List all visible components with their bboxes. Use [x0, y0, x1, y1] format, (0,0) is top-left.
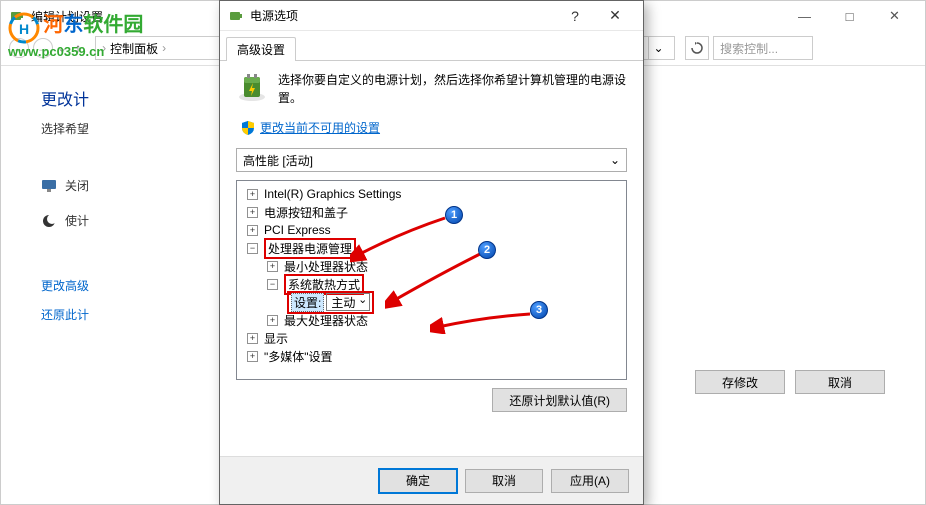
tab-advanced[interactable]: 高级设置: [226, 37, 296, 61]
power-plan-select[interactable]: 高性能 [活动] ⌄: [236, 148, 627, 172]
refresh-icon: [691, 42, 703, 54]
tree-item-pci[interactable]: + PCI Express: [239, 221, 624, 239]
expand-icon[interactable]: +: [247, 351, 258, 362]
plan-select-value: 高性能 [活动]: [243, 152, 313, 169]
expand-icon[interactable]: +: [247, 189, 258, 200]
dialog-close-button[interactable]: ✕: [595, 2, 635, 30]
moon-icon: [41, 213, 57, 229]
bg-maximize-button[interactable]: □: [827, 2, 872, 30]
tree-item-intel[interactable]: + Intel(R) Graphics Settings: [239, 185, 624, 203]
expand-icon[interactable]: +: [267, 261, 278, 272]
battery-large-icon: [236, 71, 268, 103]
restore-defaults-button[interactable]: 还原计划默认值(R): [492, 388, 627, 412]
tree-item-max-cpu[interactable]: + 最大处理器状态: [239, 311, 624, 329]
apply-button[interactable]: 应用(A): [551, 469, 629, 493]
breadcrumb-dropdown-icon[interactable]: ⌄: [648, 37, 668, 59]
power-options-dialog: 电源选项 ? ✕ 高级设置 选择你要自定义的电源计划，然后选择你希望计算机管理的…: [219, 0, 644, 505]
collapse-icon[interactable]: −: [267, 279, 278, 290]
settings-tree[interactable]: + Intel(R) Graphics Settings + 电源按钮和盖子 +…: [236, 180, 627, 380]
tree-label: 最大处理器状态: [284, 312, 368, 329]
dialog-body: 选择你要自定义的电源计划，然后选择你希望计算机管理的电源设置。 更改当前不可用的…: [220, 60, 643, 422]
tree-label: 最小处理器状态: [284, 258, 368, 275]
change-unavailable-link[interactable]: 更改当前不可用的设置: [260, 119, 380, 136]
battery-icon: [228, 8, 244, 24]
bg-item-label: 关闭: [65, 177, 89, 194]
tree-label: 显示: [264, 330, 288, 347]
watermark-url: www.pc0359.cn: [8, 44, 143, 59]
annotation-badge-1: 1: [445, 206, 463, 224]
annotation-badge-2: 2: [478, 241, 496, 259]
bg-save-button[interactable]: 存修改: [695, 370, 785, 394]
chevron-down-icon: ⌄: [610, 153, 620, 167]
dialog-title: 电源选项: [250, 7, 555, 24]
tree-item-multimedia[interactable]: + "多媒体"设置: [239, 347, 624, 365]
shield-icon: [240, 120, 256, 136]
tree-label: PCI Express: [264, 223, 331, 237]
collapse-icon[interactable]: −: [247, 243, 258, 254]
bg-minimize-button[interactable]: —: [782, 2, 827, 30]
tree-item-cpu-power[interactable]: − 处理器电源管理: [239, 239, 624, 257]
setting-label: 设置:: [291, 293, 324, 312]
bg-item-label: 使计: [65, 212, 89, 229]
tree-label: 电源按钮和盖子: [264, 204, 348, 221]
tree-item-display[interactable]: + 显示: [239, 329, 624, 347]
svg-text:H: H: [19, 21, 29, 37]
bg-close-button[interactable]: ✕: [872, 2, 917, 30]
expand-icon[interactable]: +: [247, 207, 258, 218]
search-input[interactable]: 搜索控制...: [713, 36, 813, 60]
tab-strip: 高级设置: [220, 31, 643, 61]
dialog-description: 选择你要自定义的电源计划，然后选择你希望计算机管理的电源设置。: [278, 71, 627, 107]
expand-icon[interactable]: +: [247, 225, 258, 236]
setting-value: 主动: [331, 294, 355, 311]
dialog-footer: 确定 取消 应用(A): [220, 456, 643, 504]
annotation-badge-3: 3: [530, 301, 548, 319]
setting-value-select[interactable]: 主动: [326, 293, 370, 311]
monitor-icon: [41, 178, 57, 194]
tree-item-cooling-setting[interactable]: 设置: 主动: [239, 293, 624, 311]
search-placeholder: 搜索控制...: [720, 40, 778, 57]
tree-label: Intel(R) Graphics Settings: [264, 187, 401, 201]
tree-item-min-cpu[interactable]: + 最小处理器状态: [239, 257, 624, 275]
refresh-button[interactable]: [685, 36, 709, 60]
bg-cancel-button[interactable]: 取消: [795, 370, 885, 394]
tree-label: "多媒体"设置: [264, 348, 333, 365]
expand-icon[interactable]: +: [267, 315, 278, 326]
dialog-help-button[interactable]: ?: [555, 2, 595, 30]
tree-label-highlighted: 处理器电源管理: [264, 238, 356, 259]
tree-item-power-button[interactable]: + 电源按钮和盖子: [239, 203, 624, 221]
breadcrumb-sep: ›: [162, 41, 166, 55]
dialog-titlebar: 电源选项 ? ✕: [220, 1, 643, 31]
watermark-logo: H 河东软件园 www.pc0359.cn: [8, 8, 143, 59]
logo-icon: H: [8, 12, 40, 44]
cancel-button[interactable]: 取消: [465, 469, 543, 493]
ok-button[interactable]: 确定: [379, 469, 457, 493]
expand-icon[interactable]: +: [247, 333, 258, 344]
